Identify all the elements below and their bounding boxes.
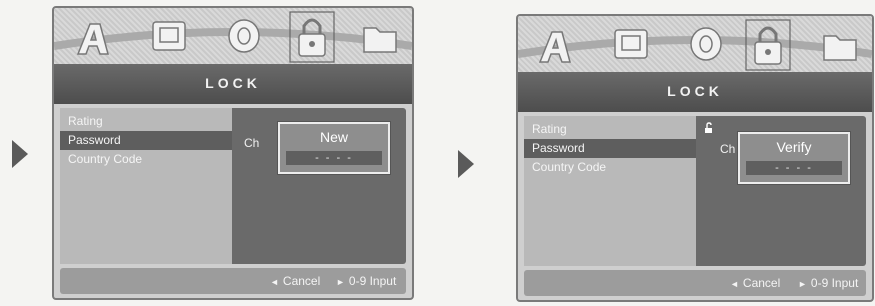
menu-item-password[interactable]: Password bbox=[60, 131, 232, 150]
right-panel: Ch Verify - - - - bbox=[696, 116, 866, 266]
input-hint[interactable]: ► 0-9 Input bbox=[798, 276, 858, 290]
password-input[interactable]: - - - - bbox=[286, 151, 382, 165]
footer-bar: ◄ Cancel ► 0-9 Input bbox=[524, 270, 866, 296]
left-triangle-icon: ◄ bbox=[730, 279, 739, 289]
password-input[interactable]: - - - - bbox=[746, 161, 842, 175]
menu-item-country-code[interactable]: Country Code bbox=[60, 150, 232, 169]
change-password-label: Ch bbox=[720, 142, 736, 156]
footer-bar: ◄ Cancel ► 0-9 Input bbox=[60, 268, 406, 294]
new-password-dialog: New - - - - bbox=[278, 122, 390, 174]
menu-item-country-code[interactable]: Country Code bbox=[524, 158, 696, 177]
next-arrow-icon bbox=[458, 150, 474, 178]
left-menu: Rating Password Country Code bbox=[60, 108, 232, 264]
left-menu: Rating Password Country Code bbox=[524, 116, 696, 266]
menu-body: Rating Password Country Code Ch New - - … bbox=[60, 108, 406, 264]
cancel-label: Cancel bbox=[282, 274, 321, 288]
dialog-title: New bbox=[319, 129, 348, 145]
osd-screen-1: LOCK Rating Password Country Code Ch New… bbox=[52, 6, 414, 300]
menu-item-password[interactable]: Password bbox=[524, 139, 696, 158]
disc-icon[interactable] bbox=[228, 19, 260, 53]
osd-screen-2: LOCK Rating Password Country Code Ch Ver… bbox=[516, 14, 874, 302]
page-title: LOCK bbox=[205, 75, 261, 91]
disc-icon[interactable] bbox=[690, 27, 722, 61]
input-label: 0-9 Input bbox=[810, 276, 859, 290]
right-triangle-icon: ► bbox=[798, 279, 807, 289]
input-label: 0-9 Input bbox=[348, 274, 397, 288]
verify-password-dialog: Verify - - - - bbox=[738, 132, 850, 184]
cancel-hint[interactable]: ◄ Cancel bbox=[270, 274, 320, 288]
menu-icon-bar bbox=[54, 8, 412, 65]
title-bar: LOCK bbox=[54, 64, 412, 104]
picture-icon[interactable] bbox=[152, 21, 186, 51]
left-triangle-icon: ◄ bbox=[270, 277, 279, 287]
title-bar: LOCK bbox=[518, 72, 872, 112]
menu-icons bbox=[54, 11, 412, 63]
page-title: LOCK bbox=[667, 83, 723, 99]
menu-body: Rating Password Country Code Ch Verify -… bbox=[524, 116, 866, 266]
menu-item-rating[interactable]: Rating bbox=[60, 112, 232, 131]
menu-item-rating[interactable]: Rating bbox=[524, 120, 696, 139]
unlock-icon bbox=[704, 122, 716, 137]
menu-icon-bar bbox=[518, 16, 872, 73]
right-triangle-icon: ► bbox=[336, 277, 345, 287]
cancel-label: Cancel bbox=[742, 276, 781, 290]
cancel-hint[interactable]: ◄ Cancel bbox=[730, 276, 780, 290]
folder-icon[interactable] bbox=[823, 35, 857, 61]
input-hint[interactable]: ► 0-9 Input bbox=[336, 274, 396, 288]
picture-icon[interactable] bbox=[614, 29, 648, 59]
dialog-title: Verify bbox=[776, 139, 812, 155]
right-panel: Ch New - - - - bbox=[232, 108, 406, 264]
menu-icons bbox=[518, 19, 872, 71]
next-arrow-icon bbox=[12, 140, 28, 168]
change-password-label: Ch bbox=[244, 136, 260, 150]
folder-icon[interactable] bbox=[363, 27, 397, 53]
